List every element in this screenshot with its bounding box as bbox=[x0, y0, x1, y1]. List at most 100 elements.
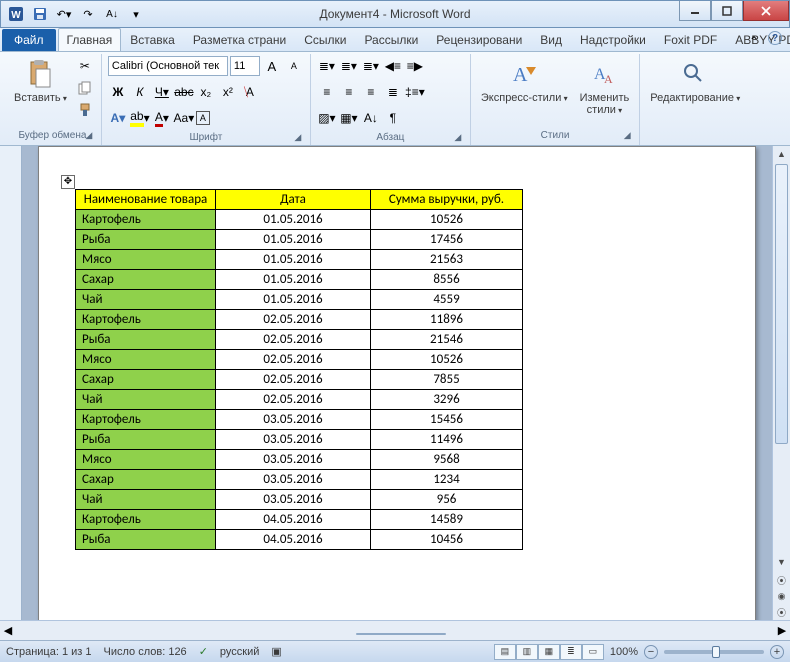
cell-sum[interactable]: 17456 bbox=[371, 230, 523, 250]
cell-sum[interactable]: 956 bbox=[371, 490, 523, 510]
cell-sum[interactable]: 10456 bbox=[371, 530, 523, 550]
table-row[interactable]: Рыба01.05.201617456 bbox=[76, 230, 523, 250]
redo-icon[interactable]: ↷ bbox=[77, 3, 99, 25]
document-viewport[interactable]: ✥ Наименование товара Дата Сумма выручки… bbox=[22, 146, 772, 620]
tab-view[interactable]: Вид bbox=[531, 28, 571, 51]
clear-format-icon[interactable]: A⧹ bbox=[240, 82, 260, 102]
cell-date[interactable]: 04.05.2016 bbox=[216, 510, 371, 530]
cell-sum[interactable]: 15456 bbox=[371, 410, 523, 430]
cell-name[interactable]: Мясо bbox=[76, 350, 216, 370]
bold-button[interactable]: Ж bbox=[108, 82, 128, 102]
cell-name[interactable]: Сахар bbox=[76, 470, 216, 490]
view-reading-icon[interactable]: ▥ bbox=[516, 644, 538, 660]
cell-name[interactable]: Картофель bbox=[76, 510, 216, 530]
table-row[interactable]: Рыба03.05.201611496 bbox=[76, 430, 523, 450]
sort-icon[interactable]: А↓ bbox=[101, 3, 123, 25]
cell-sum[interactable]: 14589 bbox=[371, 510, 523, 530]
line-spacing-icon[interactable]: ‡≡▾ bbox=[405, 82, 425, 102]
cell-sum[interactable]: 10526 bbox=[371, 210, 523, 230]
font-name-input[interactable] bbox=[108, 56, 228, 76]
table-row[interactable]: Чай02.05.20163296 bbox=[76, 390, 523, 410]
cell-name[interactable]: Рыба bbox=[76, 330, 216, 350]
cell-date[interactable]: 03.05.2016 bbox=[216, 430, 371, 450]
table-header[interactable]: Наименование товара bbox=[76, 190, 216, 210]
cell-sum[interactable]: 9568 bbox=[371, 450, 523, 470]
text-effects-icon[interactable]: A▾ bbox=[108, 108, 128, 128]
cell-name[interactable]: Картофель bbox=[76, 210, 216, 230]
table-header[interactable]: Дата bbox=[216, 190, 371, 210]
styles-launcher-icon[interactable]: ◢ bbox=[621, 130, 633, 142]
copy-icon[interactable] bbox=[75, 78, 95, 98]
table-row[interactable]: Картофель04.05.201614589 bbox=[76, 510, 523, 530]
show-marks-icon[interactable]: ¶ bbox=[383, 108, 403, 128]
zoom-in-icon[interactable]: + bbox=[770, 645, 784, 659]
app-icon[interactable]: W bbox=[5, 3, 27, 25]
shrink-font-icon[interactable]: A bbox=[284, 56, 304, 76]
table-row[interactable]: Картофель03.05.201615456 bbox=[76, 410, 523, 430]
change-styles-button[interactable]: AA Изменить стили bbox=[576, 56, 634, 118]
page[interactable]: ✥ Наименование товара Дата Сумма выручки… bbox=[38, 146, 756, 620]
view-print-layout-icon[interactable]: ▤ bbox=[494, 644, 516, 660]
prev-page-icon[interactable]: ⦿ bbox=[773, 572, 790, 588]
proofing-icon[interactable]: ✓ bbox=[199, 645, 208, 658]
tab-home[interactable]: Главная bbox=[58, 28, 122, 51]
tab-addins[interactable]: Надстройки bbox=[571, 28, 655, 51]
cell-date[interactable]: 01.05.2016 bbox=[216, 250, 371, 270]
cell-date[interactable]: 02.05.2016 bbox=[216, 390, 371, 410]
table-row[interactable]: Мясо02.05.201610526 bbox=[76, 350, 523, 370]
zoom-level[interactable]: 100% bbox=[610, 646, 638, 658]
scroll-thumb[interactable] bbox=[775, 164, 788, 444]
cell-date[interactable]: 03.05.2016 bbox=[216, 410, 371, 430]
vertical-ruler[interactable] bbox=[0, 146, 22, 620]
cell-sum[interactable]: 11896 bbox=[371, 310, 523, 330]
minimize-button[interactable] bbox=[679, 1, 711, 21]
cell-date[interactable]: 01.05.2016 bbox=[216, 270, 371, 290]
cell-name[interactable]: Чай bbox=[76, 490, 216, 510]
cell-date[interactable]: 04.05.2016 bbox=[216, 530, 371, 550]
table-row[interactable]: Сахар03.05.20161234 bbox=[76, 470, 523, 490]
highlight-icon[interactable]: ab▾ bbox=[130, 108, 150, 128]
cell-sum[interactable]: 8556 bbox=[371, 270, 523, 290]
cell-date[interactable]: 03.05.2016 bbox=[216, 470, 371, 490]
help-icon[interactable]: ? bbox=[768, 31, 782, 45]
scroll-left-icon[interactable]: ◀ bbox=[0, 624, 16, 637]
qat-customize-icon[interactable]: ▾ bbox=[125, 3, 147, 25]
tab-insert[interactable]: Вставка bbox=[121, 28, 184, 51]
cell-name[interactable]: Чай bbox=[76, 290, 216, 310]
scroll-right-icon[interactable]: ▶ bbox=[774, 624, 790, 637]
cell-sum[interactable]: 21563 bbox=[371, 250, 523, 270]
cell-date[interactable]: 03.05.2016 bbox=[216, 490, 371, 510]
cell-name[interactable]: Рыба bbox=[76, 530, 216, 550]
align-left-icon[interactable]: ≡ bbox=[317, 82, 337, 102]
scroll-h-thumb[interactable] bbox=[356, 633, 446, 635]
font-size-input[interactable] bbox=[230, 56, 260, 76]
cell-name[interactable]: Мясо bbox=[76, 450, 216, 470]
superscript-button[interactable]: x² bbox=[218, 82, 238, 102]
browse-object-icon[interactable]: ◉ bbox=[773, 588, 790, 604]
cell-name[interactable]: Чай bbox=[76, 390, 216, 410]
zoom-out-icon[interactable]: − bbox=[644, 645, 658, 659]
tab-review[interactable]: Рецензировани bbox=[427, 28, 531, 51]
maximize-button[interactable] bbox=[711, 1, 743, 21]
table-row[interactable]: Сахар01.05.20168556 bbox=[76, 270, 523, 290]
status-page[interactable]: Страница: 1 из 1 bbox=[6, 646, 92, 658]
cell-date[interactable]: 02.05.2016 bbox=[216, 330, 371, 350]
status-language[interactable]: русский bbox=[220, 646, 259, 658]
cell-sum[interactable]: 3296 bbox=[371, 390, 523, 410]
justify-icon[interactable]: ≣ bbox=[383, 82, 403, 102]
tab-pagelayout[interactable]: Разметка страни bbox=[184, 28, 295, 51]
format-painter-icon[interactable] bbox=[75, 100, 95, 120]
editing-button[interactable]: Редактирование bbox=[646, 56, 744, 106]
next-page-icon[interactable]: ⦿ bbox=[773, 604, 790, 620]
cell-sum[interactable]: 4559 bbox=[371, 290, 523, 310]
horizontal-scrollbar[interactable]: ◀ ▶ bbox=[0, 620, 790, 640]
strike-button[interactable]: abc bbox=[174, 82, 194, 102]
cell-date[interactable]: 01.05.2016 bbox=[216, 230, 371, 250]
borders-icon[interactable]: ▦▾ bbox=[339, 108, 359, 128]
scroll-down-icon[interactable]: ▼ bbox=[773, 554, 790, 570]
cut-icon[interactable]: ✂ bbox=[75, 56, 95, 76]
save-icon[interactable] bbox=[29, 3, 51, 25]
align-right-icon[interactable]: ≡ bbox=[361, 82, 381, 102]
data-table[interactable]: Наименование товара Дата Сумма выручки, … bbox=[75, 189, 523, 550]
cell-sum[interactable]: 7855 bbox=[371, 370, 523, 390]
